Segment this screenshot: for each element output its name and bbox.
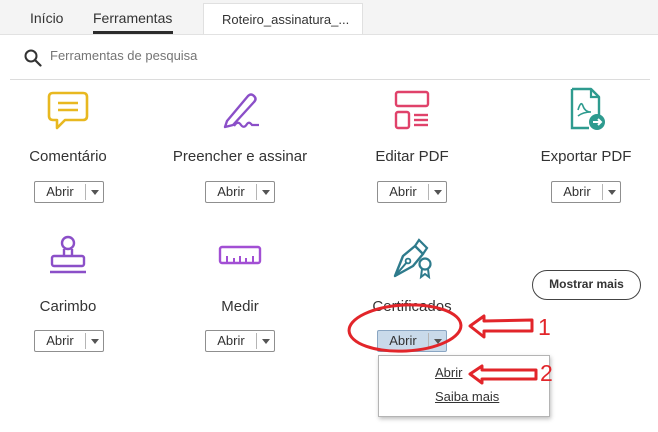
ruler-icon[interactable] — [217, 234, 263, 280]
open-button-label[interactable]: Abrir — [35, 331, 85, 351]
tool-edit-pdf: Editar PDF Abrir — [332, 88, 492, 208]
tool-label: Editar PDF — [375, 148, 449, 165]
search-icon[interactable] — [24, 49, 42, 67]
chevron-down-icon[interactable] — [86, 182, 103, 202]
tool-label: Comentário — [29, 148, 107, 165]
open-button-label[interactable]: Abrir — [35, 182, 85, 202]
open-button[interactable]: Abrir — [377, 181, 447, 203]
open-button-label[interactable]: Abrir — [378, 182, 428, 202]
tool-certificates: Certificados Abrir — [332, 230, 492, 360]
annotation-label-2: 2 — [540, 360, 553, 386]
annotation-label-1: 1 — [538, 314, 551, 340]
tab-document-label: Roteiro_assinatura_... — [222, 12, 350, 27]
tab-tools[interactable]: Ferramentas — [93, 10, 172, 26]
open-button-label[interactable]: Abrir — [378, 331, 428, 351]
edit-pdf-icon[interactable] — [389, 88, 435, 134]
chevron-down-icon[interactable] — [429, 331, 446, 351]
open-button[interactable]: Abrir — [205, 330, 275, 352]
stamp-icon[interactable] — [45, 234, 91, 280]
tool-measure: Medir Abrir — [160, 230, 320, 360]
tool-export-pdf: Exportar PDF Abrir — [506, 86, 658, 208]
tool-label: Certificados — [372, 298, 452, 315]
chevron-down-icon[interactable] — [257, 331, 274, 351]
menu-item-open[interactable]: Abrir — [435, 365, 462, 380]
certificate-pen-icon[interactable] — [389, 234, 435, 280]
comment-icon[interactable] — [45, 88, 91, 134]
tab-bar: Início Ferramentas Roteiro_assinatura_..… — [0, 0, 658, 35]
open-button[interactable]: Abrir — [205, 181, 275, 203]
open-button-label[interactable]: Abrir — [552, 182, 602, 202]
tab-home[interactable]: Início — [30, 10, 63, 26]
open-dropdown-menu: Abrir Saiba mais — [378, 355, 550, 417]
open-button[interactable]: Abrir — [34, 181, 104, 203]
menu-item-learn-more[interactable]: Saiba mais — [435, 389, 499, 404]
open-button[interactable]: Abrir — [34, 330, 104, 352]
tool-label: Medir — [221, 298, 259, 315]
search-input[interactable] — [48, 47, 452, 64]
tool-comment: Comentário Abrir — [0, 88, 148, 208]
divider — [10, 79, 650, 80]
search-bar — [0, 35, 658, 80]
open-button[interactable]: Abrir — [377, 330, 447, 352]
show-more-button[interactable]: Mostrar mais — [532, 270, 641, 300]
open-button-label[interactable]: Abrir — [206, 331, 256, 351]
tool-fill-sign: Preencher e assinar Abrir — [160, 88, 320, 208]
tool-label: Carimbo — [39, 298, 97, 315]
tool-label: Exportar PDF — [540, 148, 632, 165]
fill-sign-icon[interactable] — [217, 88, 263, 134]
chevron-down-icon[interactable] — [603, 182, 620, 202]
chevron-down-icon[interactable] — [257, 182, 274, 202]
tool-label: Preencher e assinar — [172, 148, 308, 165]
open-button[interactable]: Abrir — [551, 181, 621, 203]
tool-stamp: Carimbo Abrir — [0, 230, 148, 360]
chevron-down-icon[interactable] — [429, 182, 446, 202]
open-button-label[interactable]: Abrir — [206, 182, 256, 202]
export-pdf-icon[interactable] — [563, 86, 609, 132]
active-tab-indicator — [93, 31, 173, 34]
chevron-down-icon[interactable] — [86, 331, 103, 351]
tab-document[interactable]: Roteiro_assinatura_... — [203, 3, 363, 34]
